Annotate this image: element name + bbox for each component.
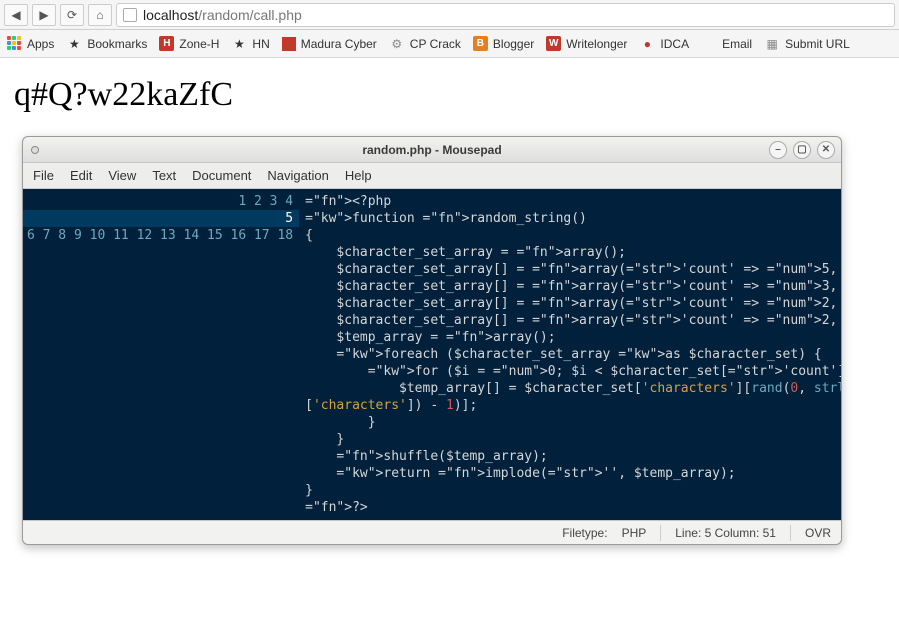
window-menu-icon[interactable] — [31, 146, 39, 154]
menu-view[interactable]: View — [108, 168, 136, 183]
bookmark-idca[interactable]: ● IDCA — [639, 36, 689, 52]
page-body: q#Q?w22kaZfC — [0, 58, 899, 132]
window-title: random.php - Mousepad — [362, 143, 501, 157]
bookmark-madura-cyber[interactable]: Madura Cyber — [282, 37, 377, 51]
bookmark-label: HN — [252, 37, 269, 51]
bookmark-writelonger[interactable]: W Writelonger — [546, 36, 627, 51]
bookmark-label: CP Crack — [410, 37, 461, 51]
editor-titlebar[interactable]: random.php - Mousepad – ▢ ✕ — [23, 137, 841, 163]
page-icon — [123, 8, 137, 22]
back-button[interactable]: ◀ — [4, 4, 28, 26]
bookmark-label: Blogger — [493, 37, 534, 51]
maximize-button[interactable]: ▢ — [793, 141, 811, 159]
menu-navigation[interactable]: Navigation — [267, 168, 328, 183]
code-editor[interactable]: 1 2 3 4 5 6 7 8 9 10 11 12 13 14 15 16 1… — [23, 189, 841, 520]
bookmark-hn[interactable]: ★ HN — [231, 36, 269, 52]
status-ovr: OVR — [805, 526, 831, 540]
bookmark-label: IDCA — [660, 37, 689, 51]
letter-icon: H — [159, 36, 174, 51]
address-bar[interactable]: localhost/random/call.php — [116, 3, 895, 27]
line-gutter: 1 2 3 4 5 6 7 8 9 10 11 12 13 14 15 16 1… — [23, 189, 299, 520]
bookmarks-bar: Apps ★ Bookmarks H Zone-H ★ HN Madura Cyber ⚙ CP … — [0, 30, 899, 58]
bookmark-label: Writelonger — [566, 37, 627, 51]
menu-edit[interactable]: Edit — [70, 168, 92, 183]
bookmark-label: Apps — [27, 37, 54, 51]
bookmark-label: Email — [722, 37, 752, 51]
status-position: Line: 5 Column: 51 — [675, 526, 776, 540]
grid-icon — [701, 36, 717, 52]
bookmark-cp-crack[interactable]: ⚙ CP Crack — [389, 36, 461, 52]
random-output: q#Q?w22kaZfC — [14, 76, 885, 114]
status-filetype-label: Filetype: — [562, 526, 607, 540]
close-button[interactable]: ✕ — [817, 141, 835, 159]
bookmark-label: Madura Cyber — [301, 37, 377, 51]
apps-icon — [6, 36, 22, 52]
bookmark-label: Submit URL — [785, 37, 850, 51]
bookmark-blogger[interactable]: B Blogger — [473, 36, 534, 51]
dot-icon: ● — [639, 36, 655, 52]
forward-button[interactable]: ▶ — [32, 4, 56, 26]
status-filetype: PHP — [622, 526, 647, 540]
editor-statusbar: Filetype: PHP Line: 5 Column: 51 OVR — [23, 520, 841, 544]
editor-window: random.php - Mousepad – ▢ ✕ File Edit View… — [22, 136, 842, 545]
url-text: localhost/random/call.php — [143, 7, 302, 23]
reload-button[interactable]: ⟳ — [60, 4, 84, 26]
home-button[interactable]: ⌂ — [88, 4, 112, 26]
browser-toolbar: ◀ ▶ ⟳ ⌂ localhost/random/call.php — [0, 0, 899, 30]
bookmark-label: Bookmarks — [87, 37, 147, 51]
minimize-button[interactable]: – — [769, 141, 787, 159]
bookmark-zone-h[interactable]: H Zone-H — [159, 36, 219, 51]
bookmark-apps[interactable]: Apps — [6, 36, 54, 52]
bookmark-email[interactable]: Email — [701, 36, 752, 52]
gear-icon: ⚙ — [389, 36, 405, 52]
menu-file[interactable]: File — [33, 168, 54, 183]
bookmark-bookmarks[interactable]: ★ Bookmarks — [66, 36, 147, 52]
menu-text[interactable]: Text — [152, 168, 176, 183]
menu-document[interactable]: Document — [192, 168, 251, 183]
page-icon: ▦ — [764, 36, 780, 52]
letter-icon: W — [546, 36, 561, 51]
square-icon — [282, 37, 296, 51]
bookmark-label: Zone-H — [179, 37, 219, 51]
letter-icon: B — [473, 36, 488, 51]
bookmark-submit-url[interactable]: ▦ Submit URL — [764, 36, 850, 52]
star-icon: ★ — [231, 36, 247, 52]
star-icon: ★ — [66, 36, 82, 52]
menu-help[interactable]: Help — [345, 168, 372, 183]
editor-menubar: File Edit View Text Document Navigation Help — [23, 163, 841, 189]
code-content[interactable]: ="fn"><?php ="kw">function ="fn">random_… — [299, 189, 841, 520]
